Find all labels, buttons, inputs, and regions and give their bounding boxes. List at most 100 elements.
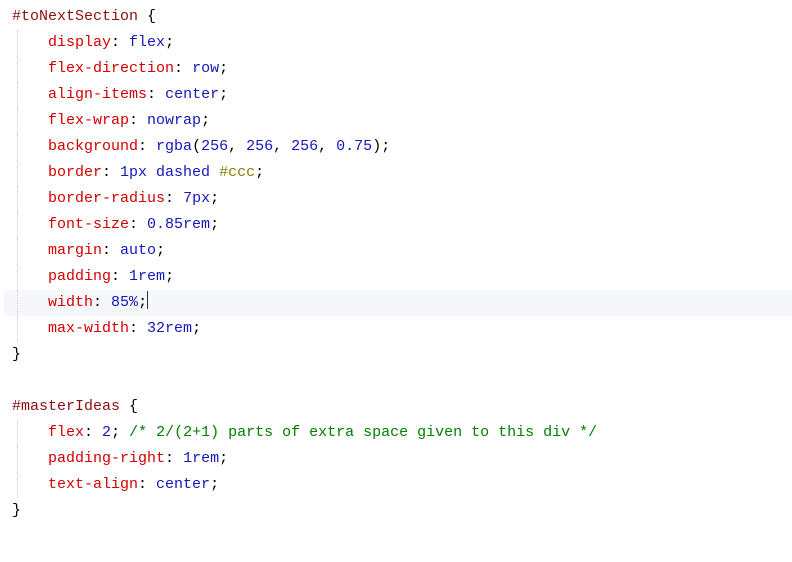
token-punc: ;: [210, 476, 219, 493]
code-line-content: max-width: 32rem;: [12, 320, 201, 337]
code-line-content: text-align: center;: [12, 476, 219, 493]
token-punc: :: [84, 424, 102, 441]
token-punc: ;: [255, 164, 264, 181]
code-line[interactable]: padding: 1rem;: [4, 264, 792, 290]
code-line-content: font-size: 0.85rem;: [12, 216, 219, 233]
code-line[interactable]: }: [4, 342, 792, 368]
token-value: auto: [120, 242, 156, 259]
code-line[interactable]: font-size: 0.85rem;: [4, 212, 792, 238]
token-punc: :: [93, 294, 111, 311]
token-value: 7px: [183, 190, 210, 207]
token-punc: :: [129, 112, 147, 129]
code-line[interactable]: text-align: center;: [4, 472, 792, 498]
code-line-content: margin: auto;: [12, 242, 165, 259]
token-punc: ;: [210, 190, 219, 207]
token-value: 32rem: [147, 320, 192, 337]
code-line[interactable]: border: 1px dashed #ccc;: [4, 160, 792, 186]
token-punc: ;: [210, 216, 219, 233]
token-punc: :: [129, 216, 147, 233]
token-value: 0.75: [336, 138, 372, 155]
code-line[interactable]: #masterIdeas {: [4, 394, 792, 420]
code-line-content: padding: 1rem;: [12, 268, 174, 285]
token-punc: {: [138, 8, 156, 25]
token-punc: ;: [156, 242, 165, 259]
code-line-content: border: 1px dashed #ccc;: [12, 164, 264, 181]
token-prop: display: [48, 34, 111, 51]
token-punc: }: [12, 502, 21, 519]
token-prop: padding: [48, 268, 111, 285]
token-value: center: [165, 86, 219, 103]
token-punc: ,: [318, 138, 336, 155]
token-prop: border: [48, 164, 102, 181]
code-line-content: flex-direction: row;: [12, 60, 228, 77]
code-line[interactable]: border-radius: 7px;: [4, 186, 792, 212]
token-value: 1rem: [183, 450, 219, 467]
token-value: flex: [129, 34, 165, 51]
code-line[interactable]: width: 85%;: [4, 290, 792, 316]
token-prop: max-width: [48, 320, 129, 337]
token-punc: (: [192, 138, 201, 155]
code-line-content: align-items: center;: [12, 86, 228, 103]
code-line[interactable]: }: [4, 498, 792, 524]
token-value: rgba: [156, 138, 192, 155]
token-punc: :: [147, 86, 165, 103]
token-value: 1rem: [129, 268, 165, 285]
token-value: 256: [291, 138, 318, 155]
token-prop: background: [48, 138, 138, 155]
token-punc: :: [102, 164, 120, 181]
token-punc: }: [12, 346, 21, 363]
code-line[interactable]: flex-wrap: nowrap;: [4, 108, 792, 134]
code-line-content: #toNextSection {: [12, 8, 156, 25]
token-punc: ,: [273, 138, 291, 155]
code-line[interactable]: background: rgba(256, 256, 256, 0.75);: [4, 134, 792, 160]
code-line-content: #masterIdeas {: [12, 398, 138, 415]
token-prop: text-align: [48, 476, 138, 493]
token-prop: flex: [48, 424, 84, 441]
token-prop: flex-wrap: [48, 112, 129, 129]
token-punc: :: [111, 34, 129, 51]
text-cursor: [147, 291, 148, 309]
code-line[interactable]: display: flex;: [4, 30, 792, 56]
token-value: 85%: [111, 294, 138, 311]
token-punc: {: [120, 398, 138, 415]
code-editor[interactable]: #toNextSection { display: flex; flex-dir…: [0, 0, 792, 524]
token-value: 256: [246, 138, 273, 155]
token-punc: :: [138, 476, 156, 493]
code-line[interactable]: [4, 368, 792, 394]
token-punc: :: [174, 60, 192, 77]
token-selector: #toNextSection: [12, 8, 138, 25]
code-line[interactable]: margin: auto;: [4, 238, 792, 264]
code-line[interactable]: align-items: center;: [4, 82, 792, 108]
token-punc: );: [372, 138, 390, 155]
token-value: row: [192, 60, 219, 77]
code-line[interactable]: #toNextSection {: [4, 4, 792, 30]
token-punc: ;: [201, 112, 210, 129]
code-line-content: [12, 372, 21, 389]
code-line[interactable]: padding-right: 1rem;: [4, 446, 792, 472]
token-value: nowrap: [147, 112, 201, 129]
code-line[interactable]: flex-direction: row;: [4, 56, 792, 82]
token-value: 2: [102, 424, 111, 441]
code-line-content: }: [12, 502, 21, 519]
token-punc: :: [111, 268, 129, 285]
token-punc: ;: [138, 294, 147, 311]
code-line[interactable]: flex: 2; /* 2/(2+1) parts of extra space…: [4, 420, 792, 446]
code-line-content: background: rgba(256, 256, 256, 0.75);: [12, 138, 390, 155]
token-prop: border-radius: [48, 190, 165, 207]
token-prop: font-size: [48, 216, 129, 233]
token-punc: ;: [219, 450, 228, 467]
token-prop: padding-right: [48, 450, 165, 467]
token-prop: flex-direction: [48, 60, 174, 77]
code-line-content: border-radius: 7px;: [12, 190, 219, 207]
token-prop: align-items: [48, 86, 147, 103]
token-prop: margin: [48, 242, 102, 259]
code-line[interactable]: max-width: 32rem;: [4, 316, 792, 342]
token-punc: ;: [165, 34, 174, 51]
code-line-content: display: flex;: [12, 34, 174, 51]
code-line-content: padding-right: 1rem;: [12, 450, 228, 467]
token-punc: :: [102, 242, 120, 259]
token-value: 1px dashed: [120, 164, 219, 181]
token-punc: :: [165, 450, 183, 467]
token-selector: #masterIdeas: [12, 398, 120, 415]
token-prop: width: [48, 294, 93, 311]
